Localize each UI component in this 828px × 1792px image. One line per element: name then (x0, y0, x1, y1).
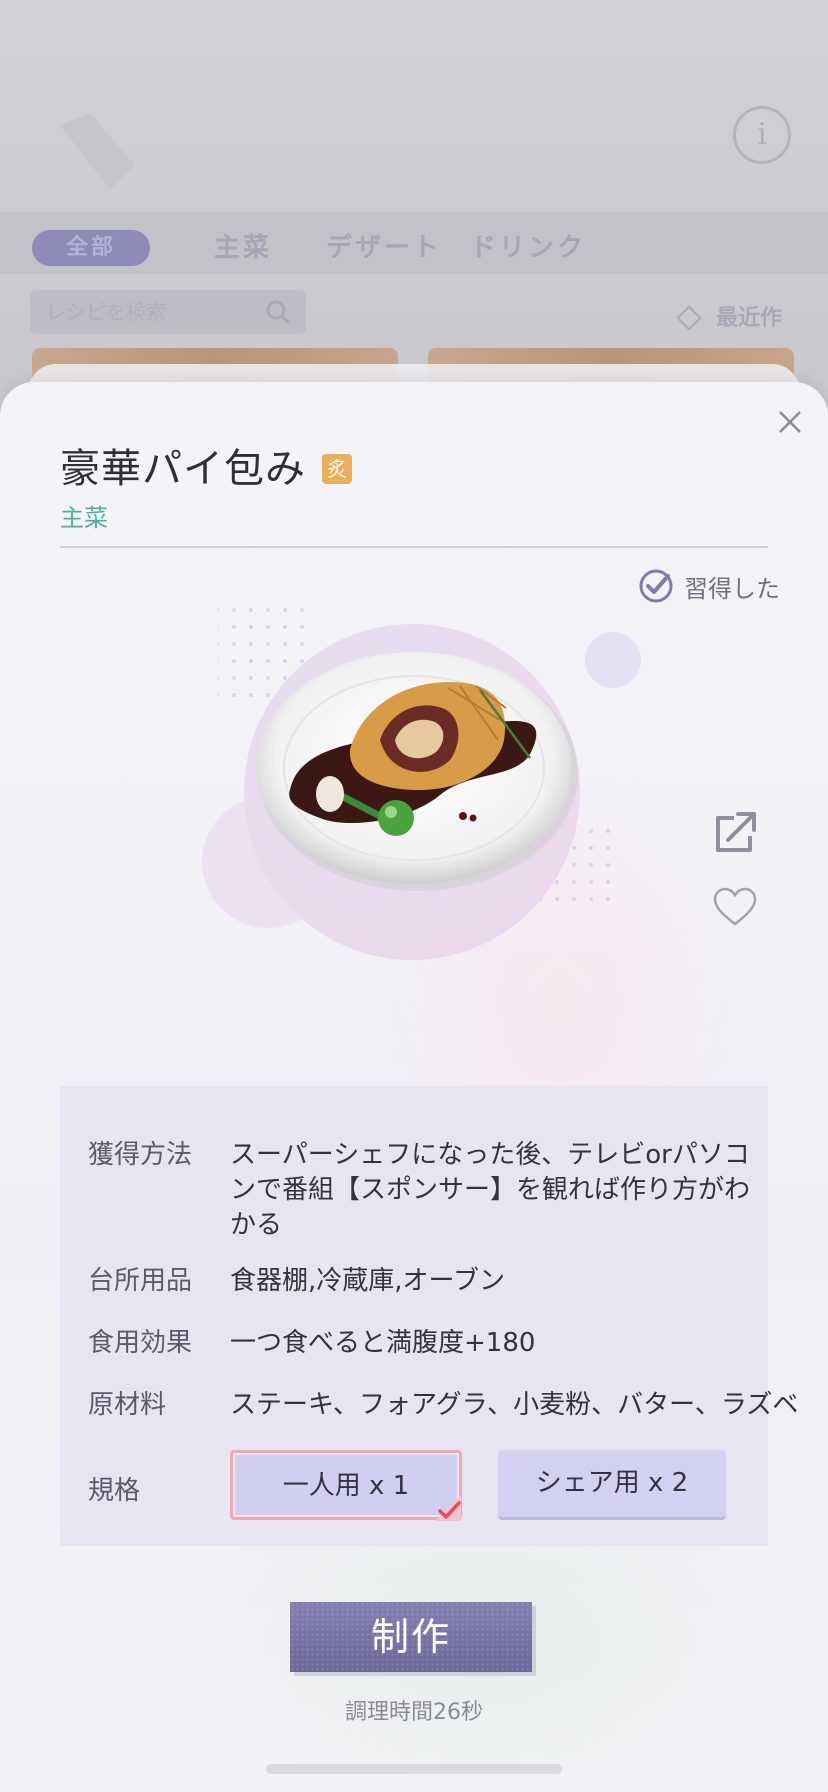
tab-all: 全部 (32, 230, 151, 266)
background-app: i 全部 主菜 デザート ドリンク レシピを検索 最近作 (0, 0, 828, 420)
ingredients-value: ステーキ、フォアグラ、小麦粉、バター、ラズベ (230, 1390, 799, 1420)
effect-value: 一つ食べると満腹度+180 (230, 1328, 536, 1358)
recipe-title: 豪華パイ包み (60, 446, 306, 492)
acquisition-value: スーパーシェフになった後、テレビorパソコンで番組【スポンサー】を観れば作り方が… (230, 1140, 751, 1240)
recent-filter: 最近作 (676, 300, 782, 332)
size-option-label: 一人用 x 1 (282, 1471, 410, 1501)
size-option-share[interactable]: シェア用 x 2 (498, 1450, 726, 1520)
effect-label: 食用効果 (88, 1328, 193, 1358)
make-button[interactable]: 制作 (290, 1602, 532, 1672)
row-effect: 食用効果 一つ食べると満腹度+180 (88, 1326, 535, 1361)
size-label: 規格 (88, 1476, 141, 1506)
home-indicator[interactable] (266, 1764, 562, 1774)
size-option-single[interactable]: 一人用 x 1 (230, 1450, 462, 1521)
dish-illustration (202, 600, 641, 960)
recipe-category: 主菜 (60, 504, 108, 532)
diamond-icon (676, 305, 702, 331)
search-icon (266, 300, 291, 325)
size-option-label: シェア用 x 2 (535, 1468, 689, 1498)
recipe-info-panel: 獲得方法 スーパーシェフになった後、テレビorパソコンで番組【スポンサー】を観れ… (60, 1086, 798, 1546)
divider (60, 546, 768, 548)
search-input: レシピを検索 (30, 290, 306, 334)
selected-check-icon (435, 1495, 461, 1521)
kitchenware-label: 台所用品 (88, 1266, 193, 1296)
heart-icon[interactable] (712, 886, 758, 928)
row-acquisition: 獲得方法 スーパーシェフになった後、テレビorパソコンで番組【スポンサー】を観れ… (88, 1138, 750, 1243)
cooking-method-badge: 炙 (322, 454, 352, 484)
row-kitchenware: 台所用品 食器棚,冷蔵庫,オーブン (88, 1264, 505, 1299)
tab-drink: ドリンク (470, 233, 587, 263)
row-ingredients: 原材料 ステーキ、フォアグラ、小麦粉、バター、ラズベ (88, 1388, 798, 1423)
tab-dessert: デザート (326, 233, 443, 263)
ingredients-label: 原材料 (88, 1390, 167, 1420)
close-icon[interactable] (772, 404, 808, 440)
share-icon[interactable] (712, 810, 760, 856)
back-arrow-icon (60, 113, 135, 190)
search-placeholder: レシピを検索 (46, 300, 166, 324)
info-icon: i (733, 106, 791, 164)
cook-time: 調理時間26秒 (345, 1700, 483, 1725)
acquisition-label: 獲得方法 (88, 1140, 193, 1170)
kitchenware-value: 食器棚,冷蔵庫,オーブン (230, 1266, 505, 1296)
tab-main: 主菜 (214, 233, 273, 263)
learned-label: 習得した (684, 574, 780, 603)
category-tabs: 全部 主菜 デザート ドリンク (0, 212, 828, 274)
